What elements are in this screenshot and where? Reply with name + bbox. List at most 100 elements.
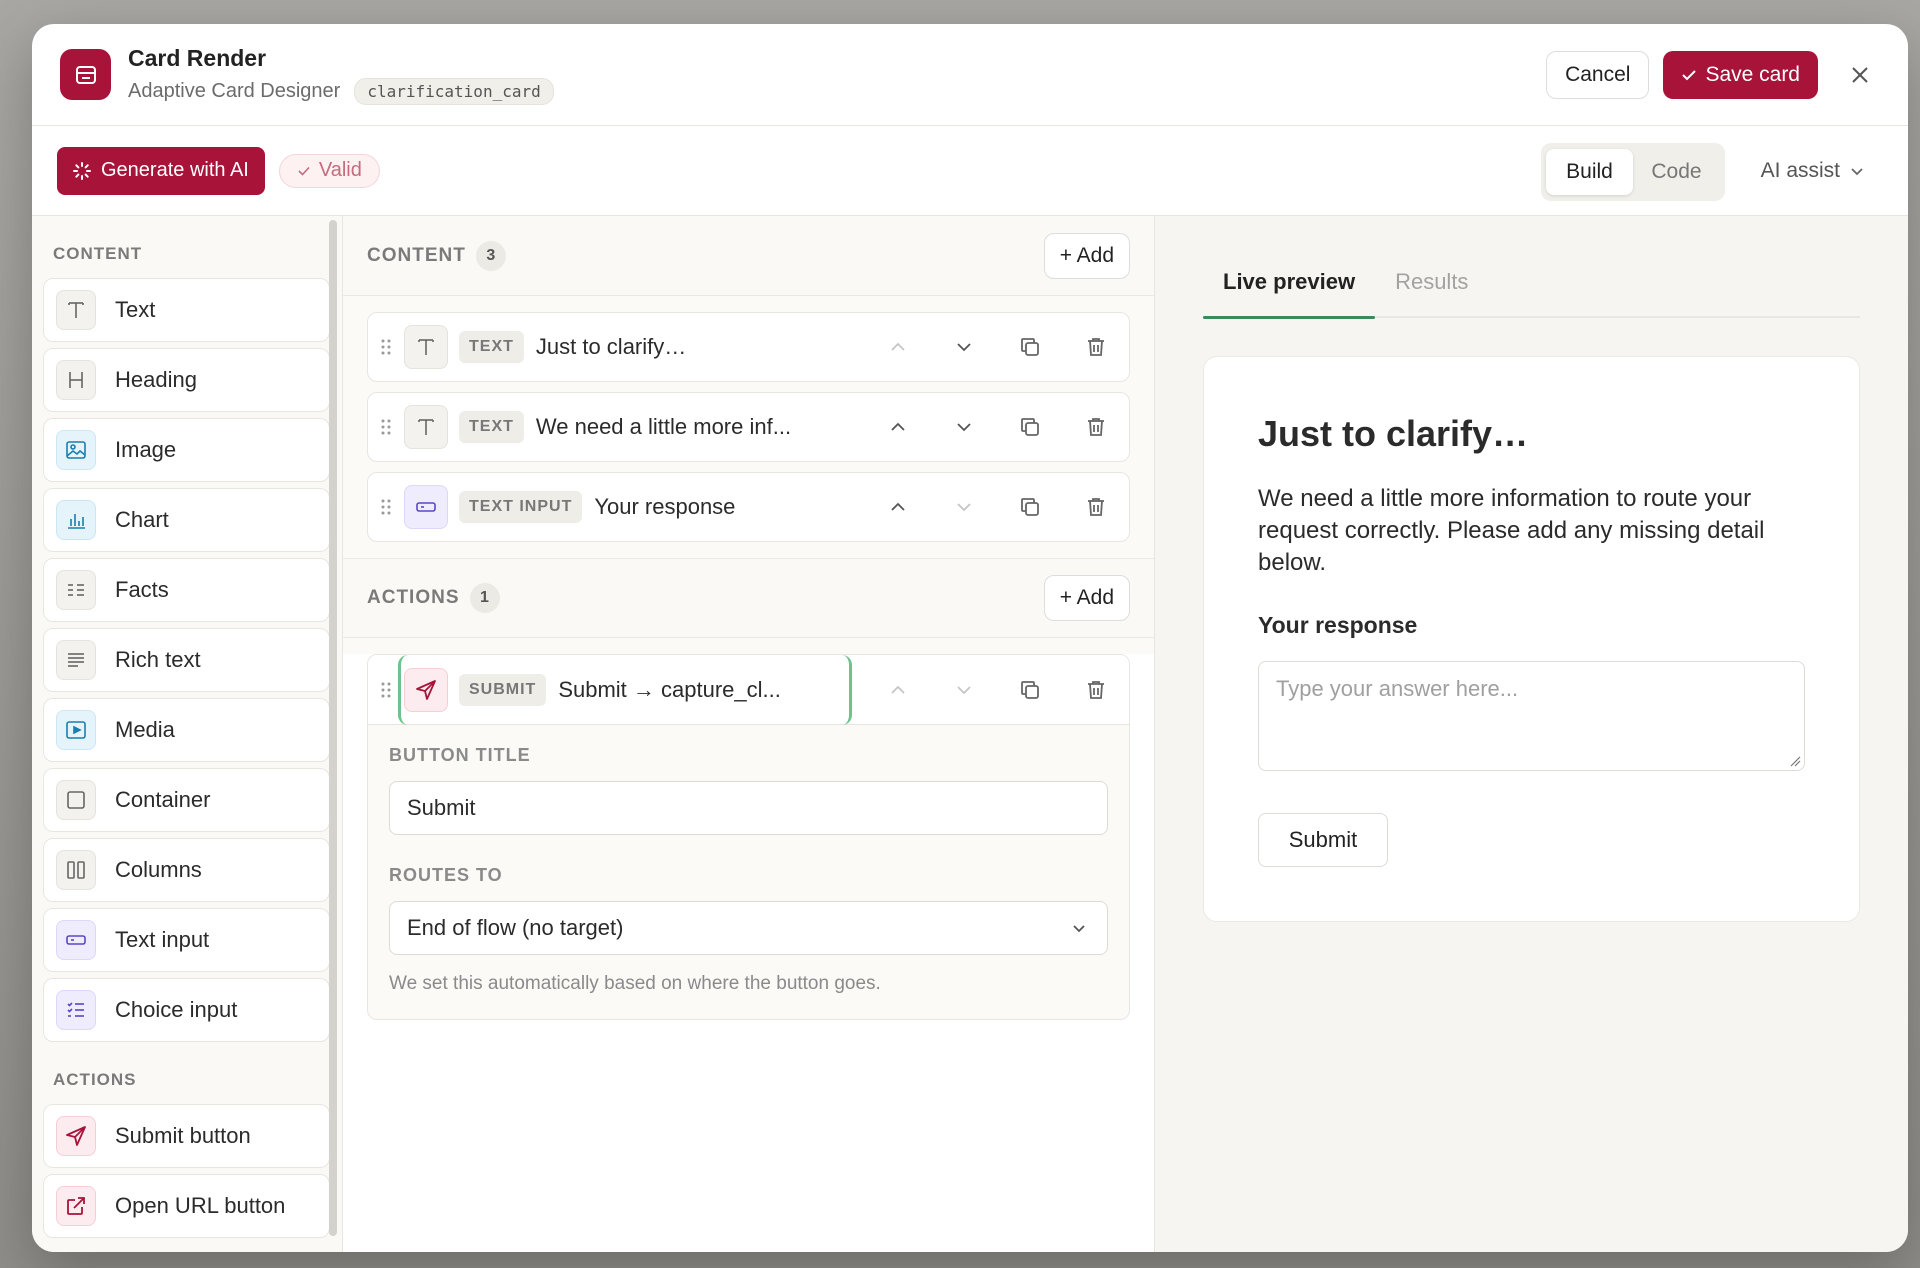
palette-item-rich-text[interactable]: Rich text: [43, 628, 330, 692]
move-down-button[interactable]: [931, 393, 997, 461]
move-up-button[interactable]: [865, 393, 931, 461]
action-row-submit[interactable]: SUBMIT Submit → capture_cl...: [368, 655, 1129, 725]
delete-button[interactable]: [1063, 313, 1129, 381]
delete-button[interactable]: [1063, 473, 1129, 541]
content-row[interactable]: TEXT Just to clarify…: [367, 312, 1130, 382]
palette-item-heading[interactable]: Heading: [43, 348, 330, 412]
spinner-icon: [73, 161, 91, 180]
copy-icon: [1021, 498, 1039, 516]
preview-submit-button[interactable]: Submit: [1258, 813, 1388, 867]
move-up-button[interactable]: [865, 313, 931, 381]
chevron-down-icon: [1073, 925, 1085, 933]
text-input-icon: [404, 485, 448, 529]
row-label: Your response: [594, 494, 736, 519]
card-icon: [60, 49, 111, 100]
ai-assist-label: AI assist: [1760, 159, 1840, 182]
palette-item-image[interactable]: Image: [43, 418, 330, 482]
content-count-badge: 3: [475, 240, 506, 271]
move-down-button[interactable]: [931, 655, 997, 724]
chevron-down-icon: [1851, 168, 1863, 176]
title-block: Card Render Adaptive Card Designer clari…: [128, 45, 554, 105]
selection-highlight: [398, 655, 852, 725]
tab-live-preview[interactable]: Live preview: [1203, 247, 1376, 319]
choice-input-icon: [56, 990, 96, 1030]
drag-handle-icon[interactable]: [368, 338, 404, 356]
palette-scrollbar[interactable]: [329, 220, 337, 1236]
button-title-label: BUTTON TITLE: [389, 745, 531, 765]
save-card-label: Save card: [1705, 63, 1800, 86]
content-rows: TEXT Just to clarify… TEXT We need a little…: [343, 296, 1154, 558]
palette-actions-heading: ACTIONS: [53, 1070, 137, 1089]
send-icon: [56, 1116, 96, 1156]
move-down-button[interactable]: [931, 473, 997, 541]
routes-to-select[interactable]: End of flow (no target): [389, 901, 1108, 955]
chevron-up-icon: [891, 685, 905, 694]
add-content-button[interactable]: + Add: [1043, 232, 1130, 279]
close-button[interactable]: [1840, 55, 1880, 95]
cancel-button[interactable]: Cancel: [1546, 51, 1650, 99]
actions-count-badge: 1: [469, 583, 500, 613]
chevron-down-icon: [957, 503, 971, 512]
mode-code-tab[interactable]: Code: [1633, 149, 1720, 195]
move-up-button[interactable]: [865, 655, 931, 724]
chevron-up-icon: [891, 502, 905, 511]
duplicate-button[interactable]: [997, 473, 1063, 541]
add-action-button[interactable]: + Add: [1043, 575, 1130, 621]
chevron-down-icon: [957, 343, 971, 352]
save-card-button[interactable]: Save card: [1663, 51, 1818, 99]
media-icon: [56, 710, 96, 750]
chart-icon: [56, 500, 96, 540]
generate-with-ai-button[interactable]: Generate with AI: [57, 146, 265, 195]
palette-item-columns[interactable]: Columns: [43, 838, 330, 902]
ai-assist-dropdown[interactable]: AI assist: [1761, 126, 1864, 216]
chevron-down-icon: [957, 685, 971, 694]
preview-tabs: Live preview Results: [1203, 247, 1860, 319]
duplicate-button[interactable]: [997, 655, 1063, 724]
palette-item-chart[interactable]: Chart: [43, 488, 330, 552]
preview-response-textarea[interactable]: Type your answer here...: [1258, 661, 1805, 771]
designer-body: CONTENT Text Heading Image Chart Facts Rich t…: [32, 216, 1908, 1252]
page-title: Card Render: [128, 44, 267, 71]
routes-to-hint: We set this automatically based on where…: [389, 973, 881, 994]
move-up-button[interactable]: [865, 473, 931, 541]
element-palette: CONTENT Text Heading Image Chart Facts Rich t…: [32, 216, 343, 1252]
valid-label: Valid: [318, 159, 362, 181]
copy-icon: [1021, 418, 1039, 436]
content-row[interactable]: TEXT INPUT Your response: [367, 472, 1130, 542]
move-down-button[interactable]: [931, 313, 997, 381]
delete-button[interactable]: [1063, 393, 1129, 461]
palette-item-text[interactable]: Text: [43, 278, 330, 342]
preview-panel: Live preview Results Just to clarify… We…: [1155, 216, 1908, 1252]
valid-badge: Valid: [278, 153, 380, 188]
resize-handle-icon[interactable]: [1789, 755, 1801, 767]
container-icon: [56, 780, 96, 820]
tab-results[interactable]: Results: [1375, 247, 1488, 317]
routes-to-value: End of flow (no target): [407, 915, 624, 940]
mode-build-tab[interactable]: Build: [1546, 149, 1633, 195]
palette-item-label: Rich text: [115, 647, 201, 672]
duplicate-button[interactable]: [997, 313, 1063, 381]
palette-content-list: Text Heading Image Chart Facts Rich text Media…: [32, 278, 342, 1042]
drag-handle-icon[interactable]: [368, 498, 404, 516]
content-row[interactable]: TEXT We need a little more inf...: [367, 392, 1130, 462]
palette-item-submit-button[interactable]: Submit button: [43, 1104, 330, 1168]
palette-item-label: Choice input: [115, 997, 238, 1022]
text-icon: [404, 325, 448, 369]
palette-item-media[interactable]: Media: [43, 698, 330, 762]
button-title-input[interactable]: Submit: [389, 781, 1108, 835]
duplicate-button[interactable]: [997, 393, 1063, 461]
palette-item-label: Media: [115, 717, 175, 742]
card-id-chip: clarification_card: [354, 77, 554, 105]
palette-item-container[interactable]: Container: [43, 768, 330, 832]
delete-button[interactable]: [1063, 655, 1129, 724]
palette-item-text-input[interactable]: Text input: [43, 908, 330, 972]
row-type-tag: TEXT INPUT: [459, 491, 583, 523]
drag-handle-icon[interactable]: [368, 418, 404, 436]
palette-item-open-url-button[interactable]: Open URL button: [43, 1174, 330, 1238]
row-label: We need a little more inf...: [535, 414, 792, 439]
toolbar: Generate with AI Valid Build Code AI ass…: [32, 126, 1908, 216]
routes-to-label: ROUTES TO: [389, 865, 503, 885]
palette-item-facts[interactable]: Facts: [43, 558, 330, 622]
card-preview: Just to clarify… We need a little more i…: [1203, 356, 1860, 922]
palette-item-choice-input[interactable]: Choice input: [43, 978, 330, 1042]
